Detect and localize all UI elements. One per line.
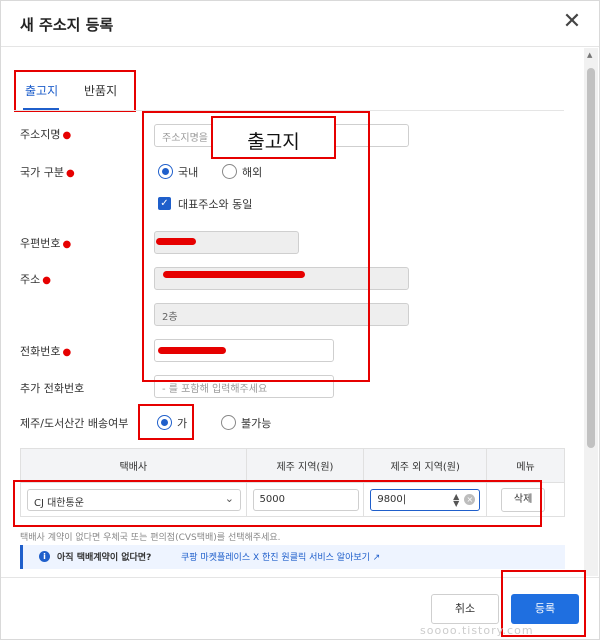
info-text: 아직 택배계약이 없다면? [57,553,152,563]
vertical-scrollbar[interactable]: ▲ [584,48,598,576]
column-header: 제주 외 지역(원) [363,448,488,483]
info-icon: i [39,551,50,562]
jeju-label: 제주/도서산간 배송여부 [20,417,129,430]
tab-shipping[interactable]: 출고지 [25,82,58,99]
dialog-body: 출고지 반품지 주소지명● 주소지명을 입력해주세요 출고지 국가 구분● 국내… [1,48,599,576]
address-dialog: 새 주소지 등록 ✕ 출고지 반품지 주소지명● 주소지명을 입력해주세요 출고… [0,0,600,640]
courier-hint: 택배사 계약이 없다면 우체국 또는 편의점(CVS택배)를 선택해주세요. [20,533,281,543]
watermark: soooo.tistory.com [420,624,534,637]
scroll-thumb[interactable] [587,68,595,448]
country-label: 국가 구분 ● [20,166,75,179]
address-name-label: 주소지명 ● [20,128,72,141]
extra-phone-label: 추가 전화번호 [20,382,85,395]
annotation-box-form [142,111,370,382]
dialog-header: 새 주소지 등록 ✕ [1,1,599,47]
scroll-up-icon[interactable]: ▲ [587,51,592,59]
annotation-box-courier [13,480,542,527]
info-banner: i 아직 택배계약이 없다면? 쿠팡 마켓플레이스 X 한진 원클릭 서비스 알… [20,545,565,569]
radio-jeju-no[interactable] [221,415,236,430]
radio-jeju-yes[interactable] [157,415,172,430]
onclick-service-link[interactable]: 쿠팡 마켓플레이스 X 한진 원클릭 서비스 알아보기 ↗ [181,550,380,563]
radio-jeju-no-label: 불가능 [241,417,272,430]
tab-group: 출고지 반품지 [14,70,136,112]
close-icon[interactable]: ✕ [561,11,583,33]
radio-jeju-yes-label: 가 [177,417,188,430]
column-header: 택배사 [20,448,247,483]
cancel-button[interactable]: 취소 [431,594,499,624]
phone-label: 전화번호 ● [20,345,72,358]
address-label: 주소 ● [20,273,51,286]
column-header: 메뉴 [486,448,565,483]
dialog-title: 새 주소지 등록 [20,16,114,34]
postal-label: 우편번호 ● [20,237,72,250]
tab-return[interactable]: 반품지 [84,82,117,99]
column-header: 제주 지역(원) [245,448,365,483]
